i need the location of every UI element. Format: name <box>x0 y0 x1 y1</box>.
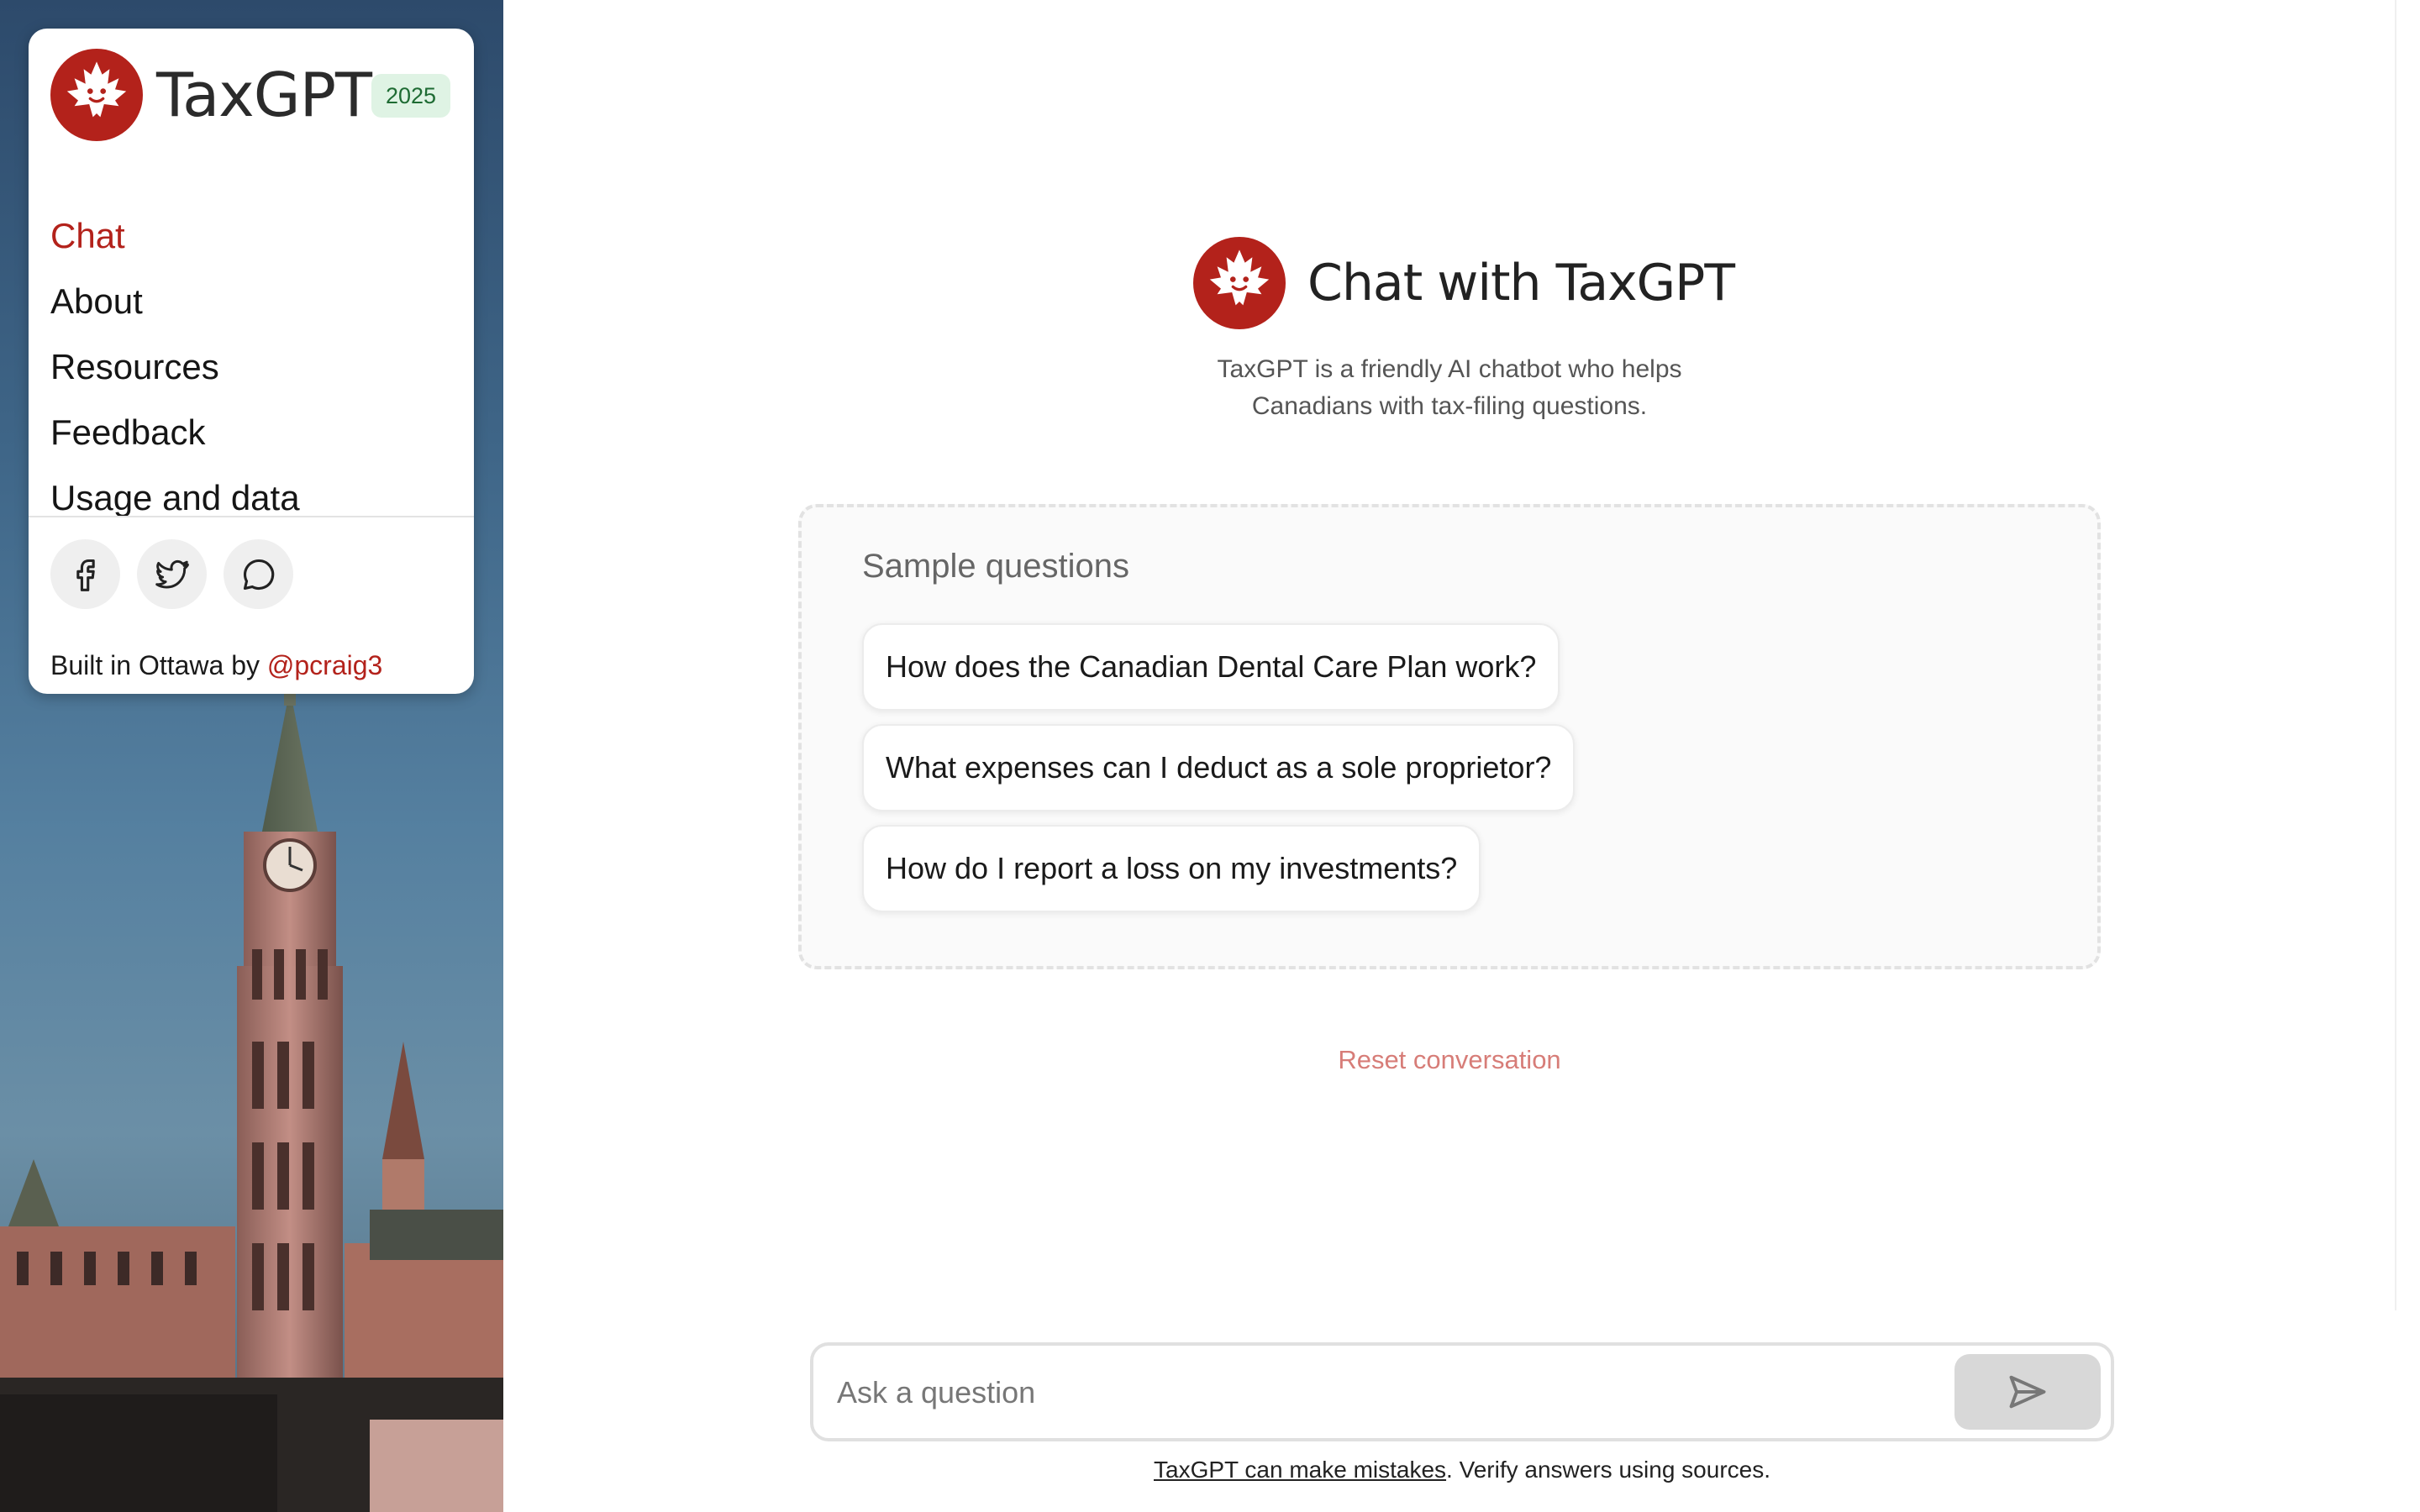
maple-leaf-logo-icon <box>1193 237 1286 329</box>
year-badge: 2025 <box>371 74 450 118</box>
credit-prefix: Built in Ottawa by <box>50 650 267 680</box>
message-icon <box>243 559 274 590</box>
nav-item-resources[interactable]: Resources <box>50 334 300 400</box>
send-button[interactable] <box>1954 1354 2101 1430</box>
main-nav: Chat About Resources Feedback Usage and … <box>50 203 300 531</box>
sidebar: TaxGPT 2025 Chat About Resources Feedbac… <box>29 29 474 694</box>
nav-item-usage-and-data[interactable]: Usage and data <box>50 465 300 531</box>
author-link[interactable]: @pcraig3 <box>267 650 382 680</box>
nav-item-about[interactable]: About <box>50 269 300 334</box>
hero-title: Chat with TaxGPT <box>1193 237 1735 329</box>
sample-question-button[interactable]: How does the Canadian Dental Care Plan w… <box>862 623 1560 711</box>
disclaimer-text: . Verify answers using sources. <box>1446 1457 1770 1483</box>
brand[interactable]: TaxGPT <box>50 49 372 141</box>
twitter-icon <box>155 559 189 589</box>
facebook-icon <box>76 559 95 591</box>
page-subtitle: TaxGPT is a friendly AI chatbot who help… <box>1126 351 1773 425</box>
sample-questions-title: Sample questions <box>862 548 1129 585</box>
nav-item-chat[interactable]: Chat <box>50 203 300 269</box>
disclaimer: TaxGPT can make mistakes. Verify answers… <box>1084 1457 1840 1483</box>
social-links <box>50 539 293 609</box>
question-input[interactable] <box>837 1366 1929 1420</box>
twitter-button[interactable] <box>137 539 207 609</box>
subtitle-line-1: TaxGPT is a friendly AI chatbot who help… <box>1217 355 1682 383</box>
ask-form <box>810 1342 2114 1441</box>
send-icon <box>2009 1375 2046 1409</box>
sidebar-divider <box>29 516 474 517</box>
sample-question-button[interactable]: What expenses can I deduct as a sole pro… <box>862 724 1576 811</box>
sample-questions-panel: Sample questions How does the Canadian D… <box>798 504 2101 969</box>
maple-leaf-logo-icon <box>50 49 143 141</box>
subtitle-line-2: Canadians with tax-filing questions. <box>1251 392 1648 420</box>
message-button[interactable] <box>224 539 293 609</box>
page-title: Chat with TaxGPT <box>1307 254 1735 312</box>
right-edge-divider <box>2395 0 2396 1310</box>
facebook-button[interactable] <box>50 539 120 609</box>
brand-name: TaxGPT <box>156 60 372 130</box>
reset-conversation-button[interactable]: Reset conversation <box>1202 1045 1697 1075</box>
credit-text: Built in Ottawa by @pcraig3 <box>50 650 382 681</box>
sample-question-button[interactable]: How do I report a loss on my investments… <box>862 825 1481 912</box>
nav-item-feedback[interactable]: Feedback <box>50 400 300 465</box>
mistakes-link[interactable]: TaxGPT can make mistakes <box>1154 1457 1446 1483</box>
